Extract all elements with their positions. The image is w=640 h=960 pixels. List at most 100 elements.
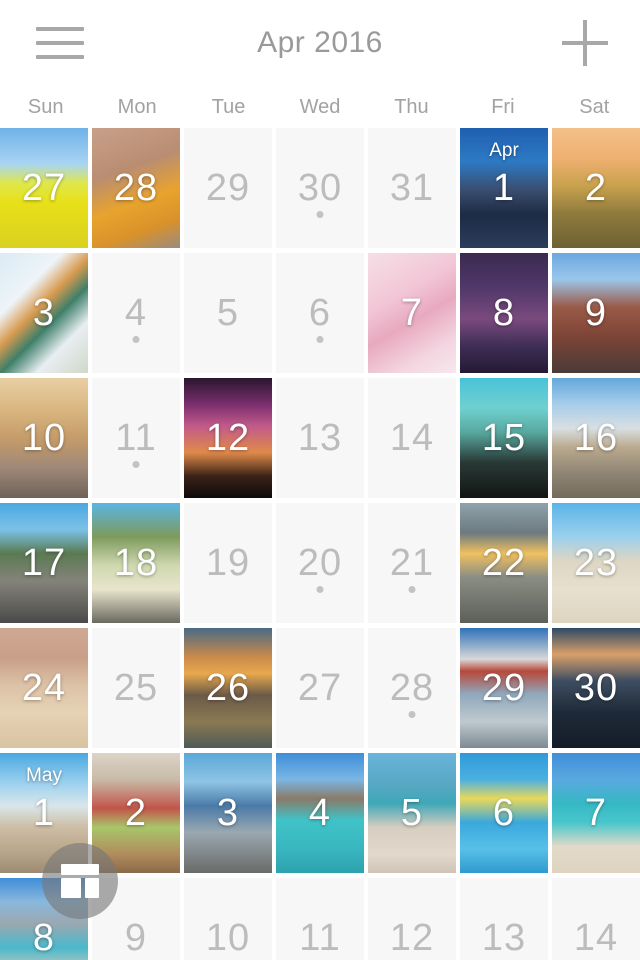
day-number: 4: [308, 792, 332, 834]
day-cell[interactable]: 16: [552, 378, 640, 498]
day-cell[interactable]: 13: [460, 878, 548, 960]
calendar-layout-icon: [61, 864, 99, 898]
weekday-label-wed: Wed: [299, 95, 341, 118]
day-cell[interactable]: 18: [92, 503, 180, 623]
weekday-label-sun: Sun: [27, 95, 64, 118]
day-cell[interactable]: 26: [184, 628, 272, 748]
day-number: 29: [481, 667, 527, 709]
day-number: 5: [400, 792, 424, 834]
day-number: 22: [481, 542, 527, 584]
day-number: 14: [573, 917, 619, 959]
hamburger-line: [36, 27, 84, 31]
day-number: 9: [584, 292, 608, 334]
day-cell[interactable]: 12: [184, 378, 272, 498]
day-cell[interactable]: 27: [0, 128, 88, 248]
day-number: 21: [389, 542, 435, 584]
day-cell[interactable]: 4: [276, 753, 364, 873]
day-cell[interactable]: 14: [368, 378, 456, 498]
day-number: 28: [113, 167, 159, 209]
day-number: 11: [115, 417, 157, 459]
day-cell[interactable]: 2: [552, 128, 640, 248]
day-number: 12: [389, 917, 435, 959]
app-header: Apr 2016: [0, 0, 640, 86]
day-cell[interactable]: 10: [0, 378, 88, 498]
day-number: 28: [389, 667, 435, 709]
day-cell[interactable]: 29: [460, 628, 548, 748]
day-number: 27: [21, 167, 67, 209]
event-indicator-dot: [132, 461, 140, 468]
day-cell[interactable]: 11: [276, 878, 364, 960]
day-number: 8: [32, 917, 56, 959]
plus-vertical-bar: [583, 20, 587, 66]
day-cell[interactable]: 3: [184, 753, 272, 873]
day-number: 2: [584, 167, 608, 209]
day-number: 8: [492, 292, 516, 334]
day-cell[interactable]: 30: [552, 628, 640, 748]
view-switcher-fab[interactable]: [42, 843, 118, 919]
day-cell[interactable]: 12: [368, 878, 456, 960]
day-number: 23: [573, 542, 619, 584]
day-cell[interactable]: 24: [0, 628, 88, 748]
day-cell[interactable]: 5: [368, 753, 456, 873]
day-number: 3: [216, 792, 240, 834]
day-cell[interactable]: 21: [368, 503, 456, 623]
day-cell[interactable]: 28: [368, 628, 456, 748]
day-cell[interactable]: 27: [276, 628, 364, 748]
day-cell[interactable]: 5: [184, 253, 272, 373]
day-number: 1: [492, 167, 516, 209]
day-cell[interactable]: 6: [276, 253, 364, 373]
day-cell[interactable]: 9: [552, 253, 640, 373]
day-number: 20: [297, 542, 343, 584]
day-cell[interactable]: Apr 1: [460, 128, 548, 248]
event-indicator-dot: [408, 711, 416, 718]
hamburger-menu-icon[interactable]: [36, 24, 84, 62]
day-number: 27: [297, 667, 343, 709]
event-indicator-dot: [132, 336, 140, 343]
day-number: 30: [297, 167, 343, 209]
layout-top-bar: [61, 864, 99, 875]
day-cell[interactable]: 4: [92, 253, 180, 373]
day-number: 11: [299, 917, 341, 959]
day-cell[interactable]: 7: [368, 253, 456, 373]
day-number: 15: [481, 417, 527, 459]
day-number: 25: [113, 667, 159, 709]
day-cell[interactable]: 31: [368, 128, 456, 248]
day-cell[interactable]: 22: [460, 503, 548, 623]
day-cell[interactable]: 17: [0, 503, 88, 623]
day-cell[interactable]: 23: [552, 503, 640, 623]
event-indicator-dot: [316, 336, 324, 343]
day-number: 18: [113, 542, 159, 584]
day-cell[interactable]: 29: [184, 128, 272, 248]
day-cell[interactable]: 19: [184, 503, 272, 623]
day-number: 5: [216, 292, 240, 334]
day-cell[interactable]: 11: [92, 378, 180, 498]
day-cell[interactable]: 8: [460, 253, 548, 373]
day-cell[interactable]: 15: [460, 378, 548, 498]
calendar-app: Apr 2016 Sun Mon Tue Wed Thu Fri Sat 27 28 29 30 3…: [0, 0, 640, 960]
layout-bottom-right: [85, 878, 99, 898]
day-number: 4: [124, 292, 148, 334]
day-number: 14: [389, 417, 435, 459]
day-number: 16: [573, 417, 619, 459]
day-number: 7: [400, 292, 424, 334]
day-number: 2: [124, 792, 148, 834]
day-cell[interactable]: 20: [276, 503, 364, 623]
day-number: 29: [205, 167, 251, 209]
day-cell[interactable]: 28: [92, 128, 180, 248]
day-number: 31: [389, 167, 435, 209]
event-indicator-dot: [316, 211, 324, 218]
plus-icon[interactable]: [562, 20, 608, 66]
day-number: 12: [205, 417, 251, 459]
day-cell[interactable]: 14: [552, 878, 640, 960]
weekday-label-thu: Thu: [394, 95, 429, 118]
day-number: 13: [481, 917, 527, 959]
day-cell[interactable]: 10: [184, 878, 272, 960]
day-number: 26: [205, 667, 251, 709]
day-cell[interactable]: 13: [276, 378, 364, 498]
day-cell[interactable]: 3: [0, 253, 88, 373]
day-cell[interactable]: 30: [276, 128, 364, 248]
day-cell[interactable]: 7: [552, 753, 640, 873]
day-cell[interactable]: 25: [92, 628, 180, 748]
day-number: 6: [308, 292, 332, 334]
day-cell[interactable]: 6: [460, 753, 548, 873]
